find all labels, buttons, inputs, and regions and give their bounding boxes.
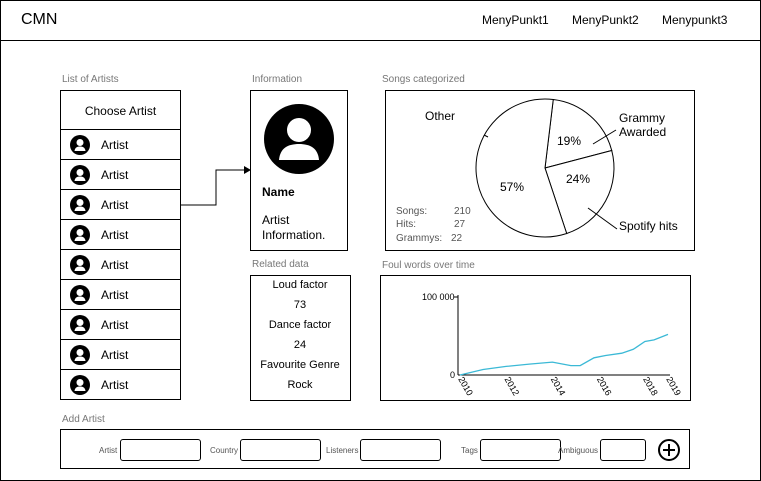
artist-list-item-label: Artist <box>101 258 129 272</box>
songs-count-value: 210 <box>454 206 471 217</box>
artist-input[interactable] <box>120 439 201 461</box>
artist-info-line-1: Artist <box>262 213 290 227</box>
pie-value-other: 57% <box>500 180 524 194</box>
artist-list-item[interactable]: Artist <box>60 310 181 340</box>
menu-item-1[interactable]: MenyPunkt1 <box>482 13 549 27</box>
hits-count-label: Hits: <box>396 219 416 230</box>
x-tick-label: 2012 <box>502 375 521 397</box>
artist-avatar-icon <box>70 375 90 395</box>
artist-avatar-icon <box>264 104 334 174</box>
x-tick-label: 2014 <box>549 375 568 397</box>
foul-section-label: Foul words over time <box>382 260 475 271</box>
pie-label-grammy-line1: Grammy <box>619 111 665 125</box>
tags-input[interactable] <box>480 439 561 461</box>
artist-list-item-label: Artist <box>101 288 129 302</box>
pie-label-other: Other <box>425 109 455 123</box>
ambiguous-input[interactable] <box>600 439 646 461</box>
artist-avatar-icon <box>70 195 90 215</box>
artist-avatar-icon <box>70 285 90 305</box>
x-tick-label: 2010 <box>456 375 475 397</box>
favourite-genre-label: Favourite Genre <box>260 359 340 371</box>
loud-factor-label: Loud factor <box>272 279 328 291</box>
plus-circle-icon[interactable] <box>657 438 681 462</box>
artist-list-item[interactable]: Artist <box>60 160 181 190</box>
artist-avatar-icon <box>70 165 90 185</box>
artist-list-item[interactable]: Artist <box>60 370 181 400</box>
dance-factor-label: Dance factor <box>268 319 332 331</box>
artist-list-item-label: Artist <box>101 198 129 212</box>
information-section-label: Information <box>252 74 303 85</box>
dance-factor-value: 24 <box>293 339 307 351</box>
artist-field-label: Artist <box>99 446 118 455</box>
songs-section-label: Songs categorized <box>382 74 465 85</box>
artist-list-item-label: Artist <box>101 348 129 362</box>
foul-words-series-line <box>459 333 669 376</box>
loud-factor-value: 73 <box>293 299 307 311</box>
artist-list-item-label: Artist <box>101 228 129 242</box>
artist-avatar-icon <box>70 255 90 275</box>
artist-list-item[interactable]: Artist <box>60 190 181 220</box>
favourite-genre-value: Rock <box>287 379 313 391</box>
artist-avatar-icon <box>70 135 90 155</box>
listeners-input[interactable] <box>360 439 441 461</box>
artists-section-label: List of Artists <box>62 74 119 85</box>
country-input[interactable] <box>240 439 321 461</box>
information-card: Name Artist Information. <box>250 90 348 251</box>
app-logo[interactable]: CMN <box>21 11 57 29</box>
hits-count-value: 27 <box>454 219 466 230</box>
songs-count-label: Songs: <box>396 206 428 217</box>
artist-list-item[interactable]: Artist <box>60 130 181 160</box>
artist-avatar-icon <box>70 345 90 365</box>
menu-item-2[interactable]: MenyPunkt2 <box>572 13 639 27</box>
add-artist-section-label: Add Artist <box>62 414 105 425</box>
y-tick-zero: 0 <box>450 370 455 380</box>
x-tick-label: 2016 <box>595 375 614 397</box>
pie-label-spotify: Spotify hits <box>619 219 678 233</box>
x-tick-label: 2019 <box>664 375 683 397</box>
grammys-count-value: 22 <box>451 233 463 244</box>
songs-pie-chart: Other Grammy Awarded Spotify hits 57% 19… <box>425 98 678 238</box>
header-divider <box>0 40 761 41</box>
artist-avatar-icon <box>70 315 90 335</box>
artist-info-line-2: Information. <box>262 228 326 242</box>
pie-value-spotify: 24% <box>566 172 590 186</box>
pie-value-grammy: 19% <box>557 134 581 148</box>
tags-field-label: Tags <box>461 446 478 455</box>
artist-list-item[interactable]: Artist <box>60 220 181 250</box>
ambiguous-field-label: Ambiguous <box>558 446 599 455</box>
artist-list-item-label: Artist <box>101 168 129 182</box>
selection-arrow <box>181 166 251 206</box>
artist-list-item[interactable]: Artist <box>60 340 181 370</box>
choose-artist-label: Choose Artist <box>84 104 157 118</box>
pie-label-grammy-line2: Awarded <box>619 125 666 139</box>
artist-list-item-label: Artist <box>101 318 129 332</box>
artist-list-item-label: Artist <box>101 378 129 392</box>
artist-list-item[interactable]: Artist <box>60 250 181 280</box>
listeners-field-label: Listeners <box>326 446 359 455</box>
country-field-label: Country <box>210 446 239 455</box>
x-tick-label: 2018 <box>641 375 660 397</box>
artist-list-item-label: Artist <box>101 138 129 152</box>
y-tick-max: 100 000 <box>422 292 455 302</box>
foul-line-chart: 100 000 0 2010 2012 2014 2016 2018 2019 <box>422 292 683 397</box>
choose-artist-header[interactable]: Choose Artist <box>60 90 181 130</box>
grammys-count-label: Grammys: <box>396 233 443 244</box>
related-section-label: Related data <box>252 259 309 270</box>
menu-item-3[interactable]: Menypunkt3 <box>662 13 727 27</box>
artist-avatar-icon <box>70 225 90 245</box>
artist-list-item[interactable]: Artist <box>60 280 181 310</box>
artist-name: Name <box>262 185 295 199</box>
